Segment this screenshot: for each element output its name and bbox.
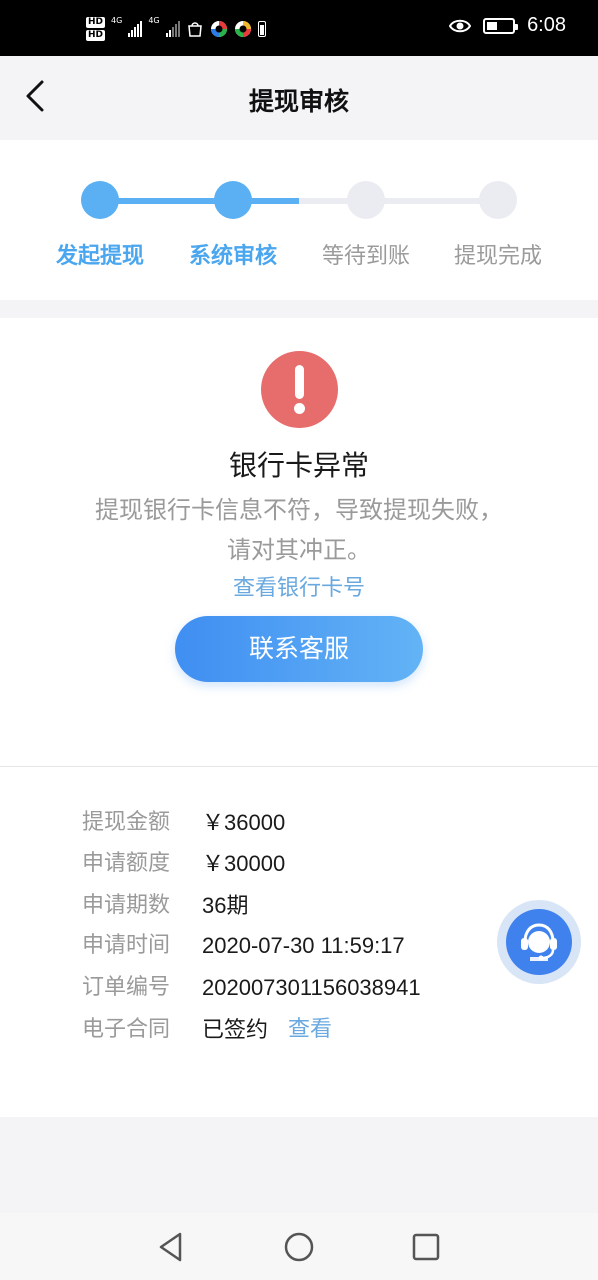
detail-label: 申请额度 xyxy=(82,851,171,876)
step-label-1: 发起提现 xyxy=(55,244,144,269)
bag-icon xyxy=(187,22,202,37)
recent-square-icon[interactable] xyxy=(408,1229,444,1265)
step-label-2: 系统审核 xyxy=(188,244,277,269)
view-bank-card-link[interactable]: 查看银行卡号 xyxy=(0,570,598,602)
network-label-1: 4G xyxy=(111,16,123,25)
step-line-completed xyxy=(100,198,299,204)
progress-stepper: 发起提现 系统审核 等待到账 提现完成 xyxy=(0,140,598,300)
detail-label: 电子合同 xyxy=(82,1017,171,1042)
signal-icon xyxy=(128,21,143,37)
status-card: 银行卡异常 提现银行卡信息不符，导致提现失败，请对其冲正。 查看银行卡号 联系客… xyxy=(0,318,598,766)
network-label-2: 4G xyxy=(148,16,160,25)
detail-label: 申请时间 xyxy=(82,933,171,958)
detail-value: 36期 xyxy=(202,893,249,918)
step-label-4: 提现完成 xyxy=(453,244,542,269)
status-bar-right: 6:08 xyxy=(449,14,566,37)
detail-row-limit: 申请额度 ￥30000 xyxy=(0,849,598,879)
system-navigation-bar xyxy=(0,1213,598,1280)
step-dot-4 xyxy=(479,181,517,219)
detail-row-order-number: 订单编号 2020073011560389​41 xyxy=(0,973,598,1003)
customer-service-icon xyxy=(506,909,572,975)
hd-badge-2: HD xyxy=(86,30,106,41)
detail-value: 2020073011560389​41 xyxy=(202,975,421,1000)
status-title: 银行卡异常 xyxy=(228,449,369,482)
status-bar-left: HD HD 4G 4G xyxy=(86,15,266,43)
back-triangle-icon[interactable] xyxy=(153,1229,189,1265)
detail-label: 订单编号 xyxy=(82,975,171,1000)
step-dot-2 xyxy=(214,181,252,219)
step-dot-1 xyxy=(81,181,119,219)
detail-value: ￥30000 xyxy=(202,851,286,876)
detail-value: 已签约 xyxy=(202,1017,269,1042)
status-bar: HD HD 4G 4G 6:08 xyxy=(0,0,598,56)
exclamation-icon xyxy=(261,351,338,428)
page-title: 提现审核 xyxy=(248,87,349,116)
eye-icon xyxy=(449,19,472,32)
step-line-pending xyxy=(299,198,499,204)
step-label-3: 等待到账 xyxy=(321,244,410,269)
home-circle-icon[interactable] xyxy=(281,1229,317,1265)
view-contract-link[interactable]: 查看 xyxy=(288,1015,332,1045)
detail-value: 2020-07-30 11:59:17 xyxy=(202,933,405,958)
detail-value: ￥36000 xyxy=(202,810,286,835)
notification-battery-icon xyxy=(257,21,266,37)
hd-indicators: HD HD xyxy=(86,17,106,41)
app-icon-2 xyxy=(234,21,251,37)
signal-icon-2 xyxy=(165,21,180,37)
detail-row-amount: 提现金额 ￥36000 xyxy=(0,808,598,838)
clock: 6:08 xyxy=(527,14,566,36)
hd-badge-1: HD xyxy=(86,17,106,28)
header: 提现审核 xyxy=(0,56,598,140)
contact-support-button[interactable]: 联系客服 xyxy=(175,616,423,682)
detail-label: 申请期数 xyxy=(82,893,171,918)
battery-icon xyxy=(483,17,519,34)
detail-label: 提现金额 xyxy=(82,810,171,835)
detail-row-contract: 电子合同 已签约 查看 xyxy=(0,1015,598,1045)
step-dot-3 xyxy=(347,181,385,219)
app-icon xyxy=(210,21,227,37)
customer-service-button[interactable] xyxy=(497,900,581,984)
status-description: 提现银行卡信息不符，导致提现失败，请对其冲正。 xyxy=(95,496,503,564)
